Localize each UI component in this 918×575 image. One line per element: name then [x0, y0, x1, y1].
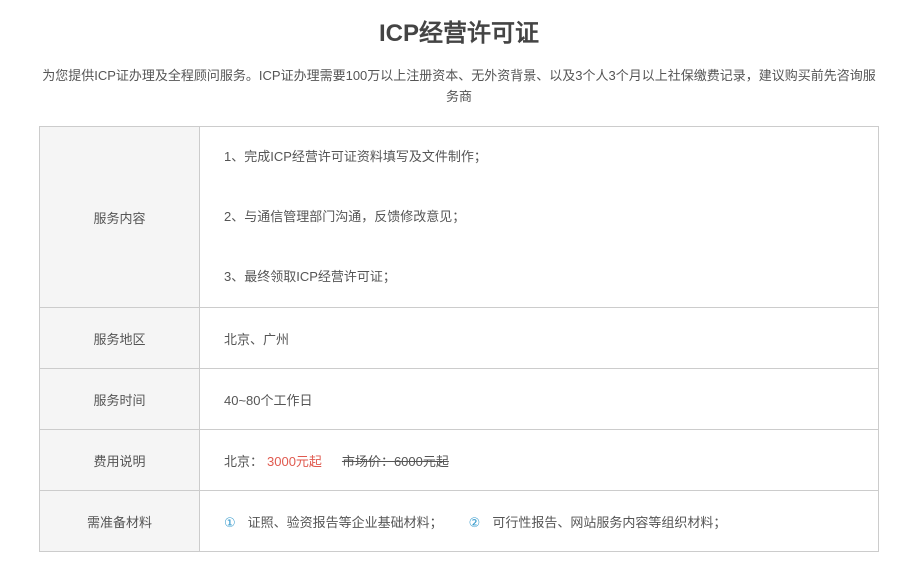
- material-item-1: ① 证照、验资报告等企业基础材料；: [224, 512, 443, 531]
- table-row-content: 服务内容 1、完成ICP经营许可证资料填写及文件制作； 2、与通信管理部门沟通，…: [39, 126, 879, 308]
- row-value-region: 北京、广州: [199, 307, 879, 369]
- row-label-region: 服务地区: [39, 307, 200, 369]
- row-label-fee: 费用说明: [39, 429, 200, 491]
- row-value-content: 1、完成ICP经营许可证资料填写及文件制作； 2、与通信管理部门沟通，反馈修改意…: [199, 126, 879, 308]
- content-item-1: 1、完成ICP经营许可证资料填写及文件制作；: [224, 149, 487, 164]
- page-subtitle: 为您提供ICP证办理及全程顾问服务。ICP证办理需要100万以上注册资本、无外资…: [42, 68, 876, 104]
- material-text-2: 可行性报告、网站服务内容等组织材料；: [492, 514, 727, 530]
- fee-market-price: 市场价：6000元起: [341, 453, 449, 469]
- material-item-2: ② 可行性报告、网站服务内容等组织材料；: [469, 512, 727, 531]
- content-item-3: 3、最终领取ICP经营许可证；: [224, 269, 396, 284]
- page-title: ICP经营许可证: [378, 20, 539, 47]
- table-row-time: 服务时间 40~80个工作日: [39, 368, 879, 430]
- row-value-materials: ① 证照、验资报告等企业基础材料； ② 可行性报告、网站服务内容等组织材料；: [199, 490, 879, 552]
- icp-page: ICP经营许可证 为您提供ICP证办理及全程顾问服务。ICP证办理需要100万以…: [0, 0, 918, 575]
- material-num-2: ②: [468, 514, 481, 530]
- fee-city: 北京：: [224, 453, 264, 469]
- row-label-time: 服务时间: [39, 368, 200, 430]
- table-row-fee: 费用说明 北京： 3000元起 市场价：6000元起: [39, 429, 879, 491]
- row-label-content: 服务内容: [39, 126, 200, 308]
- row-label-materials: 需准备材料: [39, 490, 200, 552]
- row-value-time: 40~80个工作日: [199, 368, 879, 430]
- material-text-1: 证照、验资报告等企业基础材料；: [247, 514, 443, 530]
- row-value-fee: 北京： 3000元起 市场价：6000元起: [199, 429, 879, 491]
- service-table: 服务内容 1、完成ICP经营许可证资料填写及文件制作； 2、与通信管理部门沟通，…: [39, 126, 879, 552]
- material-num-1: ①: [224, 514, 236, 530]
- fee-price: 3000元起: [267, 453, 322, 469]
- content-item-2: 2、与通信管理部门沟通，反馈修改意见；: [224, 209, 466, 224]
- table-row-region: 服务地区 北京、广州: [39, 307, 879, 369]
- table-row-materials: 需准备材料 ① 证照、验资报告等企业基础材料； ② 可行性报告、网站服务内容等组织材料…: [39, 490, 879, 552]
